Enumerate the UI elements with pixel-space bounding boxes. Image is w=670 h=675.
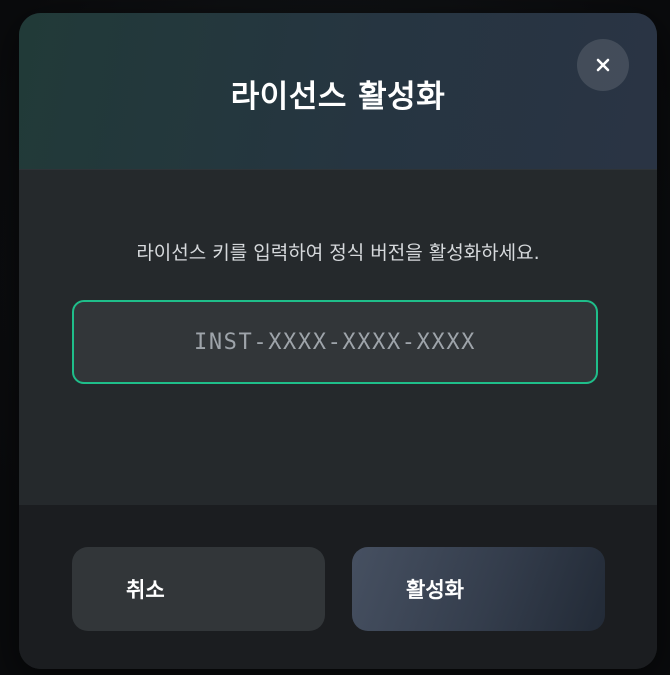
dialog-description: 라이선스 키를 입력하여 정식 버전을 활성화하세요. (136, 242, 540, 264)
activate-button-label: 활성화 (406, 578, 464, 602)
dialog-body: 라이선스 키를 입력하여 정식 버전을 활성화하세요. (19, 170, 657, 505)
cancel-button[interactable]: 취소 (72, 547, 325, 631)
close-button[interactable] (577, 39, 629, 91)
cancel-button-label: 취소 (126, 578, 165, 602)
close-icon (596, 58, 610, 72)
dialog-title: 라이선스 활성화 (230, 79, 446, 115)
activate-button[interactable]: 활성화 (352, 547, 605, 631)
license-key-input[interactable] (72, 300, 598, 384)
dialog-header: 라이선스 활성화 (19, 13, 657, 170)
dialog-footer: 취소 활성화 (19, 505, 657, 669)
license-activation-dialog: 라이선스 활성화 라이선스 키를 입력하여 정식 버전을 활성화하세요. 취소 … (19, 13, 657, 669)
